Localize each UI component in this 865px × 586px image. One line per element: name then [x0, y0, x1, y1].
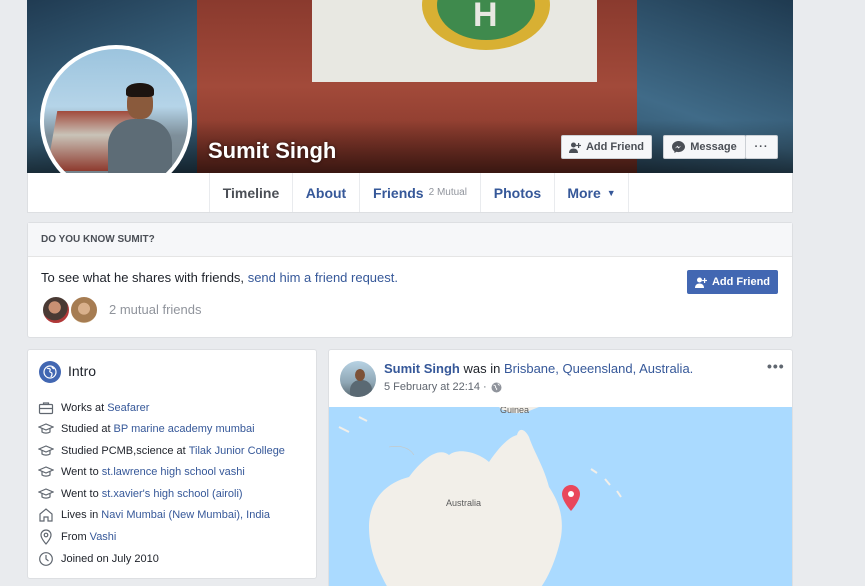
intro-row-link[interactable]: BP marine academy mumbai	[114, 423, 255, 435]
tab-about-label: About	[305, 184, 347, 201]
intro-row-education: Studied at BP marine academy mumbai	[38, 421, 255, 437]
intro-row-link[interactable]: Seafarer	[107, 402, 149, 414]
cover-add-friend-button[interactable]: Add Friend	[561, 135, 652, 159]
map-label-australia: Australia	[446, 498, 482, 508]
profile-name[interactable]: Sumit Singh	[208, 138, 336, 164]
tab-photos-label: Photos	[493, 184, 542, 201]
intro-row-text: Works at	[61, 402, 105, 414]
do-you-know-prompt: To see what he shares with friends,	[41, 270, 245, 285]
tab-friends-count: 2 Mutual	[428, 187, 467, 198]
map-border	[388, 445, 415, 456]
mutual-friends-avatars[interactable]	[41, 295, 99, 325]
do-you-know-card: DO YOU KNOW SUMIT? To see what he shares…	[27, 222, 793, 338]
tab-friends-label: Friends	[373, 184, 424, 201]
tab-friends[interactable]: Friends 2 Mutual	[359, 173, 480, 212]
add-friend-icon	[694, 277, 707, 288]
mutual-friends-count[interactable]: 2 mutual friends	[109, 302, 202, 317]
do-you-know-text: To see what he shares with friends, send…	[41, 270, 398, 285]
add-friend-label: Add Friend	[711, 276, 771, 288]
tab-about[interactable]: About	[292, 173, 359, 212]
cover-add-friend-label: Add Friend	[585, 141, 645, 153]
graduation-cap-icon	[38, 466, 54, 477]
more-options-button[interactable]: ···	[745, 135, 778, 159]
chevron-down-icon: ▼	[606, 187, 616, 198]
intro-row-link[interactable]: st.xavier's high school (airoli)	[102, 488, 243, 500]
post-meta: 5 February at 22:14 ·	[384, 381, 502, 393]
intro-row-text: Studied PCMB,science at	[61, 445, 186, 457]
avatar-person-hair	[126, 83, 154, 97]
intro-row-text: Lives in	[61, 509, 99, 521]
timeline-post: Sumit Singh was in Brisbane, Queensland,…	[328, 349, 793, 586]
intro-row-text: Went to	[61, 466, 99, 478]
post-map[interactable]: Guinea Australia	[329, 407, 792, 586]
friend-request-link[interactable]: send him a friend request.	[248, 270, 398, 285]
message-button[interactable]: Message	[663, 135, 746, 159]
intro-row-joined: Joined on July 2010	[38, 551, 159, 567]
intro-card: Intro Works at Seafarer Studied at BP mari…	[27, 349, 317, 579]
intro-row-lives: Lives in Navi Mumbai (New Mumbai), India	[38, 507, 270, 523]
cover-helipad-letter: H	[473, 0, 498, 34]
add-friend-button[interactable]: Add Friend	[687, 270, 778, 294]
post-avatar-head	[355, 369, 365, 381]
home-icon	[39, 508, 53, 522]
map-pin	[562, 485, 580, 511]
mutual-friend-avatar[interactable]	[69, 295, 99, 325]
map-drawing	[338, 407, 622, 586]
intro-row-link[interactable]: Vashi	[90, 531, 117, 543]
post-avatar-body	[350, 380, 372, 397]
post-author-avatar[interactable]	[340, 361, 376, 397]
add-friend-icon	[568, 142, 581, 153]
map-pin-dot	[568, 491, 574, 497]
tab-timeline-label: Timeline	[222, 184, 280, 201]
intro-row-education: Studied PCMB,science at Tilak Junior Coll…	[38, 443, 285, 459]
intro-title: Intro	[68, 363, 97, 379]
graduation-cap-icon	[38, 445, 54, 456]
intro-row-text: Joined on July 2010	[61, 553, 159, 565]
clock-icon	[39, 552, 53, 566]
profile-nav: Timeline About Friends 2 Mutual Photos M…	[27, 173, 793, 213]
intro-row-work: Works at Seafarer	[38, 400, 149, 416]
intro-row-from: From Vashi	[38, 529, 116, 545]
intro-row-text: Went to	[61, 488, 99, 500]
intro-row-link[interactable]: Tilak Junior College	[189, 445, 285, 457]
map-islands	[590, 468, 622, 498]
do-you-know-heading: DO YOU KNOW SUMIT?	[28, 223, 792, 257]
map-islands-west	[338, 416, 368, 433]
post-was-in: was in	[463, 361, 501, 376]
messenger-icon	[672, 141, 686, 153]
intro-row-link[interactable]: st.lawrence high school vashi	[102, 466, 245, 478]
tab-more-label: More	[567, 184, 601, 201]
mutual-friend-avatar[interactable]	[41, 295, 71, 325]
graduation-cap-icon	[38, 423, 54, 434]
post-author-name[interactable]: Sumit Singh	[384, 361, 460, 376]
post-menu-button[interactable]: •••	[767, 358, 785, 374]
graduation-cap-icon	[38, 488, 54, 499]
location-pin-icon	[40, 529, 52, 545]
public-globe-icon[interactable]	[491, 382, 502, 393]
message-label: Message	[690, 141, 737, 153]
tab-more[interactable]: More ▼	[554, 173, 629, 212]
intro-row-text: From	[61, 531, 87, 543]
briefcase-icon	[38, 402, 54, 415]
intro-row-education: Went to st.lawrence high school vashi	[38, 464, 245, 480]
post-timestamp[interactable]: 5 February at 22:14 ·	[384, 381, 487, 393]
post-location-link[interactable]: Brisbane, Queensland, Australia.	[504, 361, 693, 376]
globe-icon	[39, 361, 61, 383]
map-label-guinea: Guinea	[500, 407, 530, 415]
tab-timeline[interactable]: Timeline	[209, 173, 292, 212]
intro-row-education: Went to st.xavier's high school (airoli)	[38, 486, 243, 502]
post-header-line: Sumit Singh was in Brisbane, Queensland,…	[384, 361, 693, 376]
tab-photos[interactable]: Photos	[480, 173, 554, 212]
intro-row-text: Studied at	[61, 423, 111, 435]
avatar-photo	[44, 49, 188, 193]
intro-row-link[interactable]: Navi Mumbai (New Mumbai), India	[101, 509, 270, 521]
